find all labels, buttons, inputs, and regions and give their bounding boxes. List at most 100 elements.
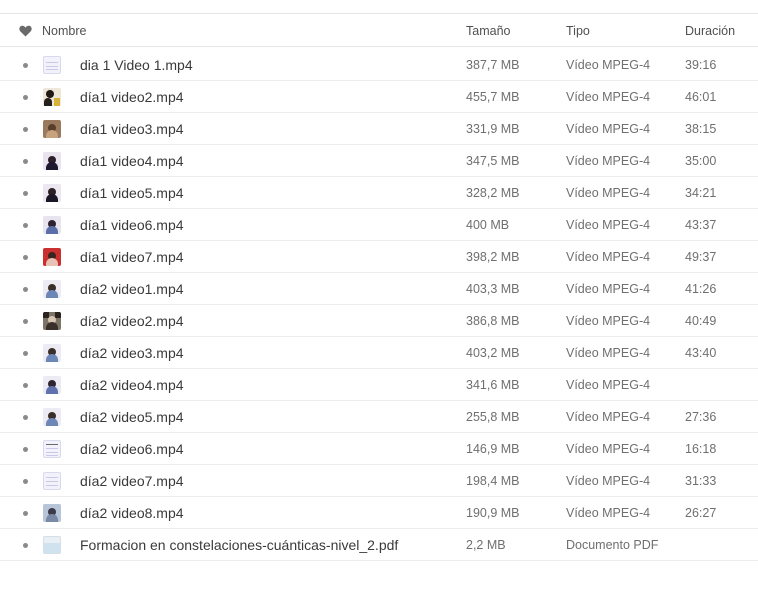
file-size: 400 MB [466, 218, 510, 232]
bullet-icon [23, 447, 28, 452]
file-size: 403,3 MB [466, 282, 520, 296]
file-duration: 49:37 [685, 250, 717, 264]
file-size: 190,9 MB [466, 506, 520, 520]
file-size: 198,4 MB [466, 474, 520, 488]
file-name[interactable]: día2 video7.mp4 [80, 465, 184, 497]
file-name[interactable]: día1 video7.mp4 [80, 241, 184, 273]
file-name[interactable]: día2 video6.mp4 [80, 433, 184, 465]
file-row[interactable]: día2 video7.mp4 198,4 MB Vídeo MPEG-4 31… [0, 465, 758, 497]
file-name[interactable]: dia 1 Video 1.mp4 [80, 49, 193, 81]
file-name[interactable]: día1 video5.mp4 [80, 177, 184, 209]
file-duration: 34:21 [685, 186, 717, 200]
bullet-icon [23, 255, 28, 260]
file-name[interactable]: día1 video4.mp4 [80, 145, 184, 177]
bullet-icon [23, 191, 28, 196]
column-header-size[interactable]: Tamaño [466, 14, 510, 48]
bullet-icon [23, 415, 28, 420]
file-type: Vídeo MPEG-4 [566, 250, 651, 264]
file-duration: 41:26 [685, 282, 717, 296]
file-duration: 39:16 [685, 58, 717, 72]
file-row[interactable]: dia 1 Video 1.mp4 387,7 MB Vídeo MPEG-4 … [0, 49, 758, 81]
file-rows: dia 1 Video 1.mp4 387,7 MB Vídeo MPEG-4 … [0, 49, 758, 561]
file-name[interactable]: día1 video2.mp4 [80, 81, 184, 113]
file-type: Vídeo MPEG-4 [566, 90, 651, 104]
video-lines-thumbnail-icon [43, 440, 61, 458]
file-row[interactable]: día2 video4.mp4 341,6 MB Vídeo MPEG-4 [0, 369, 758, 401]
file-name[interactable]: día1 video6.mp4 [80, 209, 184, 241]
file-size: 386,8 MB [466, 314, 520, 328]
video-person-thumbnail-icon [43, 504, 61, 522]
file-type: Vídeo MPEG-4 [566, 314, 651, 328]
file-row[interactable]: día2 video3.mp4 403,2 MB Vídeo MPEG-4 43… [0, 337, 758, 369]
file-row[interactable]: Formacion en constelaciones-cuánticas-ni… [0, 529, 758, 561]
bullet-icon [23, 543, 28, 548]
file-type: Vídeo MPEG-4 [566, 122, 651, 136]
file-type: Vídeo MPEG-4 [566, 154, 651, 168]
file-row[interactable]: día2 video5.mp4 255,8 MB Vídeo MPEG-4 27… [0, 401, 758, 433]
video-person-thumbnail-icon [43, 312, 61, 330]
file-row[interactable]: día1 video5.mp4 328,2 MB Vídeo MPEG-4 34… [0, 177, 758, 209]
video-person-thumbnail-icon [43, 120, 61, 138]
file-row[interactable]: día1 video6.mp4 400 MB Vídeo MPEG-4 43:3… [0, 209, 758, 241]
file-duration: 26:27 [685, 506, 717, 520]
file-name[interactable]: día2 video1.mp4 [80, 273, 184, 305]
bullet-icon [23, 95, 28, 100]
bullet-icon [23, 287, 28, 292]
bullet-icon [23, 63, 28, 68]
file-type: Vídeo MPEG-4 [566, 218, 651, 232]
file-list-header: Nombre Tamaño Tipo Duración [0, 13, 758, 47]
heart-icon[interactable] [19, 25, 32, 37]
bullet-icon [23, 351, 28, 356]
file-name[interactable]: día2 video2.mp4 [80, 305, 184, 337]
file-type: Vídeo MPEG-4 [566, 282, 651, 296]
file-size: 455,7 MB [466, 90, 520, 104]
file-name[interactable]: día1 video3.mp4 [80, 113, 184, 145]
bullet-icon [23, 223, 28, 228]
file-duration: 38:15 [685, 122, 717, 136]
file-name[interactable]: Formacion en constelaciones-cuánticas-ni… [80, 529, 398, 561]
file-name[interactable]: día2 video5.mp4 [80, 401, 184, 433]
file-size: 331,9 MB [466, 122, 520, 136]
bullet-icon [23, 127, 28, 132]
file-row[interactable]: día1 video4.mp4 347,5 MB Vídeo MPEG-4 35… [0, 145, 758, 177]
file-size: 387,7 MB [466, 58, 520, 72]
file-name[interactable]: día2 video4.mp4 [80, 369, 184, 401]
file-type: Vídeo MPEG-4 [566, 442, 651, 456]
bullet-icon [23, 383, 28, 388]
video-person-thumbnail-icon [43, 280, 61, 298]
file-row[interactable]: día1 video3.mp4 331,9 MB Vídeo MPEG-4 38… [0, 113, 758, 145]
file-size: 146,9 MB [466, 442, 520, 456]
column-header-type[interactable]: Tipo [566, 14, 590, 48]
file-type: Vídeo MPEG-4 [566, 346, 651, 360]
file-type: Vídeo MPEG-4 [566, 474, 651, 488]
file-size: 403,2 MB [466, 346, 520, 360]
file-duration: 46:01 [685, 90, 717, 104]
bullet-icon [23, 479, 28, 484]
file-duration: 27:36 [685, 410, 717, 424]
video-person-thumbnail-icon [43, 152, 61, 170]
file-type: Vídeo MPEG-4 [566, 506, 651, 520]
video-lines-thumbnail-icon [43, 56, 61, 74]
file-duration: 35:00 [685, 154, 717, 168]
file-name[interactable]: día2 video8.mp4 [80, 497, 184, 529]
file-size: 341,6 MB [466, 378, 520, 392]
file-type: Documento PDF [566, 538, 659, 552]
column-header-name[interactable]: Nombre [42, 14, 86, 48]
file-duration: 40:49 [685, 314, 717, 328]
file-row[interactable]: día2 video8.mp4 190,9 MB Vídeo MPEG-4 26… [0, 497, 758, 529]
file-row[interactable]: día2 video1.mp4 403,3 MB Vídeo MPEG-4 41… [0, 273, 758, 305]
file-row[interactable]: día1 video7.mp4 398,2 MB Vídeo MPEG-4 49… [0, 241, 758, 273]
file-size: 347,5 MB [466, 154, 520, 168]
video-person-thumbnail-icon [43, 376, 61, 394]
file-row[interactable]: día2 video6.mp4 146,9 MB Vídeo MPEG-4 16… [0, 433, 758, 465]
file-type: Vídeo MPEG-4 [566, 58, 651, 72]
file-size: 398,2 MB [466, 250, 520, 264]
column-header-duration[interactable]: Duración [685, 14, 735, 48]
file-row[interactable]: día2 video2.mp4 386,8 MB Vídeo MPEG-4 40… [0, 305, 758, 337]
file-size: 255,8 MB [466, 410, 520, 424]
video-person-thumbnail-icon [43, 88, 61, 106]
file-row[interactable]: día1 video2.mp4 455,7 MB Vídeo MPEG-4 46… [0, 81, 758, 113]
video-lines-thumbnail-icon [43, 472, 61, 490]
file-name[interactable]: día2 video3.mp4 [80, 337, 184, 369]
video-person-thumbnail-icon [43, 184, 61, 202]
